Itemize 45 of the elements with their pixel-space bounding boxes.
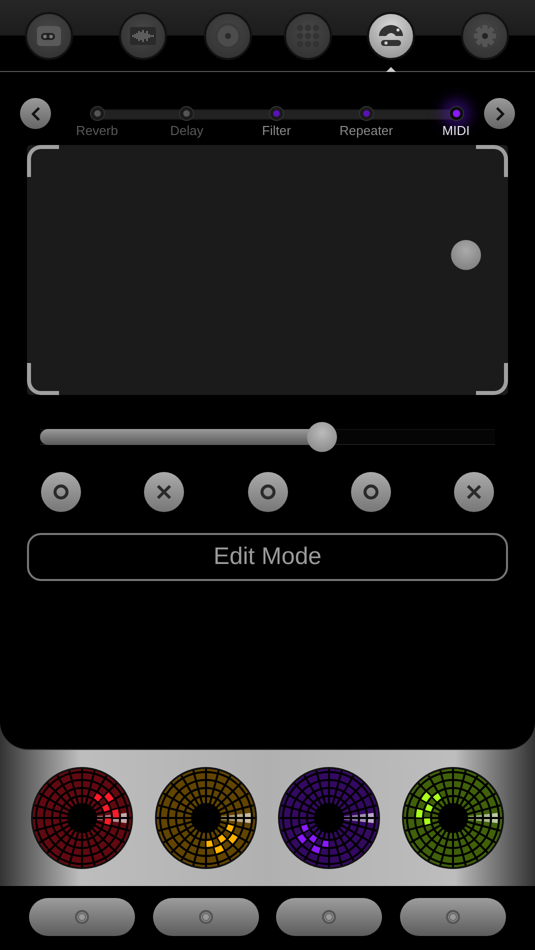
nav-tab[interactable]: [119, 12, 167, 60]
pill-button[interactable]: [29, 898, 135, 936]
effect-label: Filter: [262, 123, 291, 138]
effect-label: MIDI: [442, 123, 470, 138]
effect-node[interactable]: [269, 106, 284, 121]
ring-icon: [444, 909, 461, 925]
effect-node[interactable]: [179, 106, 194, 121]
chevron-right-icon: [494, 106, 504, 120]
round-button[interactable]: [454, 472, 494, 512]
pill-button[interactable]: [400, 898, 506, 936]
nav-tab[interactable]: [367, 12, 415, 60]
round-button[interactable]: [248, 472, 288, 512]
edit-mode-button[interactable]: Edit Mode: [27, 533, 508, 581]
pad-puck[interactable]: [451, 240, 481, 270]
slider-thumb[interactable]: [307, 422, 338, 452]
effect-node[interactable]: [90, 106, 104, 121]
circle-icon: [362, 484, 379, 500]
circle-icon: [53, 484, 69, 500]
pill-button[interactable]: [152, 898, 259, 936]
ring-icon: [74, 909, 90, 925]
pill-button[interactable]: [276, 898, 382, 936]
ring-icon: [198, 909, 214, 925]
ring-icon: [321, 909, 338, 925]
radial-pad-drawing[interactable]: [154, 766, 258, 870]
corner-bracket: [27, 145, 59, 177]
cross-icon: [466, 484, 482, 500]
cross-icon: [156, 484, 172, 500]
radial-pad-drawing[interactable]: [400, 766, 505, 870]
corner-bracket: [27, 363, 59, 395]
effect-label: Reverb: [76, 123, 118, 138]
chevron-left-icon: [30, 106, 40, 120]
effect-node[interactable]: [358, 106, 374, 121]
radial-pad-drawing[interactable]: [277, 766, 382, 870]
circle-icon: [260, 484, 276, 500]
effect-label: Repeater: [340, 123, 393, 138]
previous-button[interactable]: [20, 98, 51, 129]
effect-label: Delay: [170, 123, 204, 138]
round-button[interactable]: [144, 472, 184, 512]
next-button[interactable]: [484, 98, 515, 129]
radial-pad-drawing[interactable]: [30, 766, 134, 870]
round-button[interactable]: [350, 472, 391, 512]
effect-node[interactable]: [448, 106, 464, 121]
corner-bracket: [476, 145, 508, 177]
corner-bracket: [476, 363, 508, 395]
round-button[interactable]: [41, 472, 81, 512]
